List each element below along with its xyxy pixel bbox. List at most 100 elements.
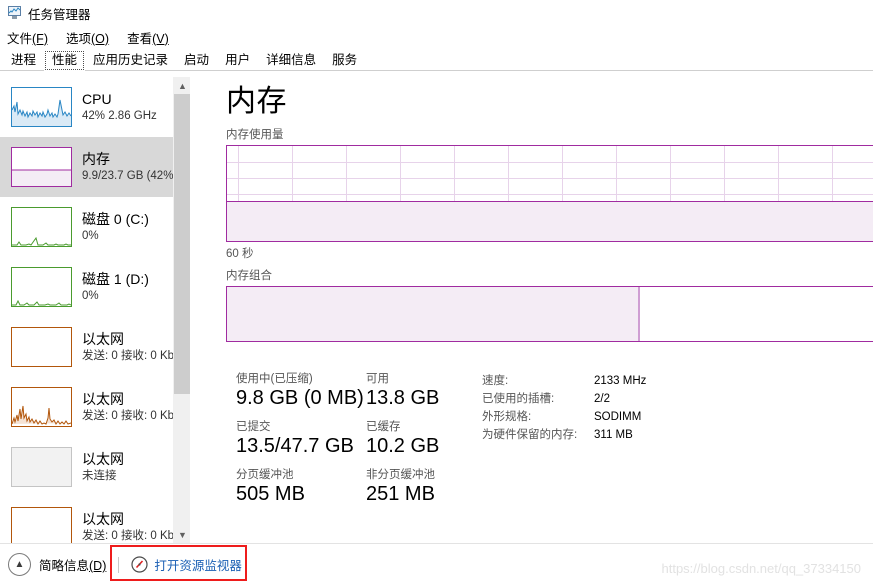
sidebar-item-disk0-sub: 0% [82, 230, 99, 242]
sidebar-item-disk0[interactable]: 磁盘 0 (C:) 0% [0, 197, 190, 257]
stat-available-value: 13.8 GB [366, 387, 440, 409]
menu-view[interactable]: 查看(V) [127, 28, 169, 47]
ethernet1-thumbnail-chart [11, 327, 72, 367]
sidebar-item-disk1-name: 磁盘 1 (D:) [82, 271, 149, 287]
tab-app-history[interactable]: 应用历史记录 [85, 50, 176, 71]
chevron-up-icon: ▲ [8, 553, 31, 576]
hardware-row-speed: 速度: 2133 MHz [482, 372, 646, 390]
sidebar-item-ethernet-1[interactable]: 以太网 发送: 0 接收: 0 Kbp [0, 317, 190, 377]
stat-row-3: 分页缓冲池 505 MB 非分页缓冲池 251 MB [236, 468, 474, 507]
sidebar-item-ethernet-4-name: 以太网 [82, 511, 124, 527]
stat-in-use: 使用中(已压缩) 9.8 GB (0 MB) [236, 372, 366, 411]
stat-nonpaged-pool-label: 非分页缓冲池 [366, 469, 435, 481]
stat-nonpaged-pool-value: 251 MB [366, 483, 435, 505]
hardware-formfactor-key: 外形规格: [482, 411, 532, 423]
menu-options-accel: (O) [91, 31, 110, 46]
memory-composition-divider [638, 287, 641, 341]
stat-paged-pool: 分页缓冲池 505 MB [236, 468, 366, 507]
menu-file[interactable]: 文件(F) [7, 28, 48, 47]
ethernet2-thumbnail-chart [11, 387, 72, 427]
hardware-slots-value: 2/2 [594, 393, 610, 405]
hardware-slots-key: 已使用的插槽: [482, 393, 555, 405]
sidebar-item-memory[interactable]: 内存 9.9/23.7 GB (42%) [0, 137, 190, 197]
scroll-down-arrow-icon[interactable]: ▼ [174, 526, 190, 543]
tab-users[interactable]: 用户 [217, 50, 258, 71]
stat-cached-label: 已缓存 [366, 421, 401, 433]
hardware-speed-value: 2133 MHz [594, 375, 647, 387]
sidebar-item-ethernet-4-sub: 发送: 0 接收: 0 Kbp [82, 530, 181, 542]
resource-sidebar[interactable]: CPU 42% 2.86 GHz 内存 9.9/23.7 GB (42%) 磁盘… [0, 77, 190, 543]
stat-cached-value: 10.2 GB [366, 435, 440, 457]
title-bar: 任务管理器 [0, 0, 873, 26]
tab-services[interactable]: 服务 [324, 50, 365, 71]
open-resource-monitor-link[interactable]: 打开资源监视器 [131, 555, 242, 574]
scroll-up-arrow-icon[interactable]: ▲ [174, 77, 190, 94]
fewer-details-label: 简略信息(D) [39, 555, 106, 574]
stat-row-2: 已提交 13.5/47.7 GB 已缓存 10.2 GB [236, 420, 474, 459]
open-resource-monitor-label: 打开资源监视器 [154, 559, 242, 573]
fewer-details-accel: (D) [89, 559, 107, 573]
composition-graph-label: 内存组合 [226, 270, 272, 282]
scrollbar-thumb[interactable] [174, 94, 190, 394]
status-bar: ▲ 简略信息(D) 打开资源监视器 [0, 543, 873, 585]
sidebar-item-cpu-sub: 42% 2.86 GHz [82, 110, 157, 122]
stat-nonpaged-pool: 非分页缓冲池 251 MB [366, 468, 474, 507]
sidebar-item-ethernet-4[interactable]: 以太网 发送: 0 接收: 0 Kbp [0, 497, 190, 543]
hardware-formfactor-value: SODIMM [594, 411, 642, 423]
memory-thumbnail-chart [11, 147, 72, 187]
menu-options-label: 选项 [65, 31, 91, 46]
sidebar-item-cpu[interactable]: CPU 42% 2.86 GHz [0, 77, 190, 137]
sidebar-item-disk1-sub: 0% [82, 290, 99, 302]
sidebar-item-ethernet-1-sub: 发送: 0 接收: 0 Kbp [82, 350, 181, 362]
hardware-row-slots: 已使用的插槽: 2/2 [482, 390, 646, 408]
stat-row-1: 使用中(已压缩) 9.8 GB (0 MB) 可用 13.8 GB [236, 372, 474, 411]
page-title: 内存 [226, 85, 287, 118]
menu-view-label: 查看 [127, 31, 153, 46]
memory-usage-area [227, 201, 873, 241]
stat-committed-value: 13.5/47.7 GB [236, 435, 354, 457]
tab-processes[interactable]: 进程 [3, 50, 44, 71]
sidebar-item-memory-text: 内存 9.9/23.7 GB (42%) [82, 150, 177, 184]
usage-graph-label: 内存使用量 [226, 129, 284, 141]
hardware-reserved-key: 为硬件保留的内存: [482, 429, 578, 441]
resource-monitor-icon [131, 556, 148, 573]
sidebar-item-ethernet-3-name: 以太网 [82, 451, 124, 467]
memory-composition-used [227, 287, 639, 341]
task-manager-icon [6, 5, 22, 21]
hardware-reserved-value: 311 MB [594, 429, 633, 441]
sidebar-item-ethernet-2[interactable]: 以太网 发送: 0 接收: 0 Kbp [0, 377, 190, 437]
sidebar-item-memory-sub: 9.9/23.7 GB (42%) [82, 170, 178, 182]
sidebar-item-disk1[interactable]: 磁盘 1 (D:) 0% [0, 257, 190, 317]
sidebar-item-disk0-name: 磁盘 0 (C:) [82, 211, 149, 227]
hardware-speed-key: 速度: [482, 375, 509, 387]
ethernet3-thumbnail-chart [11, 447, 72, 487]
tab-startup[interactable]: 启动 [176, 50, 217, 71]
stat-in-use-value: 9.8 GB (0 MB) [236, 387, 364, 409]
memory-hardware-info: 速度: 2133 MHz 已使用的插槽: 2/2 外形规格: SODIMM 为硬… [482, 372, 646, 516]
stat-available-label: 可用 [366, 373, 389, 385]
memory-composition-bar [226, 286, 873, 342]
stat-cached: 已缓存 10.2 GB [366, 420, 474, 459]
sidebar-scrollbar[interactable]: ▲ ▼ [173, 77, 190, 543]
stat-committed-label: 已提交 [236, 421, 271, 433]
sidebar-item-cpu-text: CPU 42% 2.86 GHz [82, 90, 157, 124]
menu-bar: 文件(F) 选项(O) 查看(V) [0, 26, 873, 48]
sidebar-item-memory-name: 内存 [82, 151, 110, 167]
status-separator [118, 556, 120, 573]
stat-paged-pool-label: 分页缓冲池 [236, 469, 294, 481]
tab-details[interactable]: 详细信息 [258, 50, 324, 71]
ethernet4-thumbnail-chart [11, 507, 72, 543]
menu-options[interactable]: 选项(O) [66, 28, 109, 47]
tab-performance[interactable]: 性能 [44, 50, 86, 71]
memory-usage-graph [226, 145, 873, 242]
menu-view-accel: (V) [152, 31, 169, 46]
sidebar-item-disk0-text: 磁盘 0 (C:) 0% [82, 210, 149, 244]
fewer-details-button[interactable]: ▲ 简略信息(D) [8, 553, 106, 576]
stat-available: 可用 13.8 GB [366, 372, 474, 411]
menu-file-label: 文件 [7, 31, 33, 46]
disk1-thumbnail-chart [11, 267, 72, 307]
stat-paged-pool-value: 505 MB [236, 483, 305, 505]
time-axis-label: 60 秒 [226, 248, 254, 260]
sidebar-item-ethernet-3[interactable]: 以太网 未连接 [0, 437, 190, 497]
hardware-row-formfactor: 外形规格: SODIMM [482, 408, 646, 426]
